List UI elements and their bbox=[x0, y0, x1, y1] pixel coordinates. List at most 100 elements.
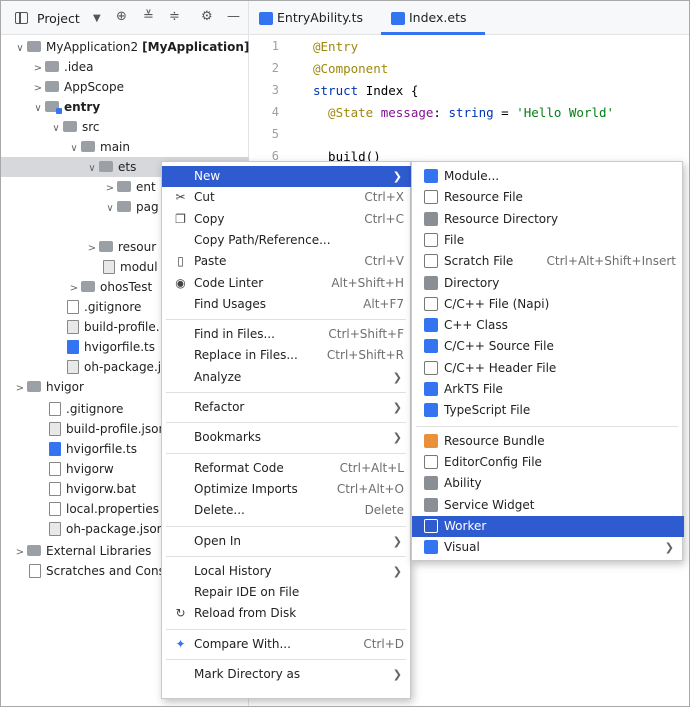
tree-item[interactable]: ∨ main bbox=[67, 137, 130, 157]
project-view-label[interactable]: Project bbox=[37, 11, 80, 26]
tree-item[interactable]: .gitignore bbox=[53, 297, 141, 317]
collapse-all-icon[interactable]: ≚ bbox=[143, 9, 154, 25]
expand-arrow-icon[interactable]: > bbox=[13, 379, 27, 399]
expand-arrow-icon[interactable]: > bbox=[13, 543, 27, 563]
chevron-down-icon[interactable]: ▼ bbox=[93, 11, 101, 27]
expand-arrow-icon[interactable]: ∨ bbox=[31, 99, 45, 119]
chevron-right-icon: ❯ bbox=[664, 541, 674, 555]
code-line[interactable]: struct Index { bbox=[313, 83, 418, 98]
tree-item[interactable]: > ohosTest bbox=[67, 277, 152, 297]
expand-arrow-icon[interactable]: > bbox=[31, 79, 45, 99]
menu-item[interactable]: New ❯ bbox=[162, 166, 412, 187]
submenu-item[interactable]: Service Widget bbox=[412, 495, 684, 516]
expand-arrow-icon[interactable]: > bbox=[103, 179, 117, 199]
submenu-item[interactable]: C++ Class bbox=[412, 315, 684, 336]
expand-arrow-icon[interactable]: > bbox=[67, 279, 81, 299]
tree-item[interactable]: local.properties bbox=[35, 499, 159, 519]
menu-item[interactable]: ✦ Compare With... Ctrl+D bbox=[162, 634, 412, 655]
tree-item[interactable]: hvigorfile.ts bbox=[53, 337, 155, 357]
submenu-item[interactable]: Resource Bundle bbox=[412, 431, 684, 452]
expand-arrow-icon[interactable]: ∨ bbox=[103, 199, 117, 219]
expand-all-icon[interactable]: ≑ bbox=[169, 9, 180, 25]
tab-index[interactable]: Index.ets × bbox=[381, 1, 485, 59]
tree-item[interactable]: > External Libraries bbox=[13, 541, 152, 563]
gear-icon[interactable]: ⚙ bbox=[201, 9, 213, 25]
tree-item[interactable]: ∨ entry bbox=[31, 97, 100, 117]
tree-item[interactable]: hvigorfile.ts bbox=[35, 439, 137, 459]
tree-item[interactable]: ∨ MyApplication2 [MyApplication] bbox=[13, 37, 249, 57]
expand-arrow-icon[interactable]: ∨ bbox=[67, 139, 81, 159]
target-icon[interactable]: ⊕ bbox=[116, 9, 127, 25]
tree-item[interactable]: hvigorw bbox=[35, 459, 114, 479]
expand-arrow-icon[interactable]: ∨ bbox=[85, 159, 99, 179]
project-view-icon[interactable] bbox=[15, 12, 28, 24]
menu-item[interactable]: Refactor ❯ bbox=[162, 397, 412, 418]
menu-item[interactable]: Find Usages Alt+F7 bbox=[162, 294, 412, 315]
tree-item[interactable]: ∨ src bbox=[49, 117, 99, 139]
tree-item[interactable]: > ent bbox=[103, 177, 156, 197]
tree-item[interactable]: build-profile.json bbox=[35, 419, 166, 439]
menu-item[interactable]: Copy Path/Reference... bbox=[162, 230, 412, 251]
menu-item[interactable]: Analyze ❯ bbox=[162, 367, 412, 388]
context-menu: New ❯ ✂ Cut Ctrl+X ❐ Copy Ctrl+C Copy Path/Refer… bbox=[161, 161, 412, 699]
menu-item[interactable]: ▯ Paste Ctrl+V bbox=[162, 251, 412, 272]
menu-item[interactable]: ✂ Cut Ctrl+X bbox=[162, 187, 412, 208]
expand-arrow-icon[interactable]: > bbox=[31, 59, 45, 79]
expand-arrow-icon[interactable]: ∨ bbox=[49, 119, 63, 139]
file-icon bbox=[49, 502, 61, 516]
tree-item[interactable]: hvigorw.bat bbox=[35, 479, 136, 499]
code-line[interactable]: @Component bbox=[313, 61, 388, 76]
menu-item[interactable]: ❐ Copy Ctrl+C bbox=[162, 209, 412, 230]
menu-item[interactable]: Mark Directory as ❯ bbox=[162, 664, 412, 685]
submenu-item[interactable]: Module... bbox=[412, 166, 684, 187]
menu-item[interactable]: Optimize Imports Ctrl+Alt+O bbox=[162, 479, 412, 500]
submenu-item[interactable]: Resource Directory bbox=[412, 209, 684, 230]
tree-item[interactable]: ∨ pag bbox=[103, 197, 158, 219]
submenu-item[interactable]: C/C++ Source File bbox=[412, 336, 684, 357]
menu-item[interactable]: Replace in Files... Ctrl+Shift+R bbox=[162, 345, 412, 366]
menu-item[interactable]: ◉ Code Linter Alt+Shift+H bbox=[162, 273, 412, 294]
tree-item-label: External Libraries bbox=[46, 544, 152, 558]
menu-item[interactable]: Find in Files... Ctrl+Shift+F bbox=[162, 324, 412, 345]
expand-arrow-icon[interactable]: ∨ bbox=[13, 39, 27, 59]
tree-item[interactable]: Scratches and Cons bbox=[15, 561, 165, 581]
menu-shortcut: Ctrl+Shift+F bbox=[328, 327, 404, 342]
menu-item[interactable]: Repair IDE on File bbox=[162, 582, 412, 603]
tree-item[interactable]: > resour bbox=[85, 237, 156, 257]
tree-item[interactable]: oh-package.j bbox=[53, 357, 161, 377]
tree-item[interactable]: .gitignore bbox=[35, 399, 123, 419]
menu-item-label: Worker bbox=[444, 518, 487, 533]
tree-item[interactable]: build-profile. bbox=[53, 317, 160, 337]
editorconfig-icon bbox=[424, 454, 438, 469]
expand-arrow-icon[interactable]: > bbox=[85, 239, 99, 259]
submenu-item[interactable]: ArkTS File bbox=[412, 379, 684, 400]
submenu-item[interactable]: Resource File bbox=[412, 187, 684, 208]
menu-item[interactable]: Reformat Code Ctrl+Alt+L bbox=[162, 458, 412, 479]
submenu-item[interactable]: Worker bbox=[412, 515, 684, 537]
submenu-item[interactable]: File bbox=[412, 230, 684, 251]
submenu-item[interactable]: TypeScript File bbox=[412, 400, 684, 421]
tab-entryability[interactable]: EntryAbility.ts × bbox=[249, 1, 379, 59]
menu-item-label: Resource Directory bbox=[444, 211, 559, 226]
tree-item[interactable]: > AppScope bbox=[31, 77, 124, 97]
menu-item[interactable]: Delete... Delete bbox=[162, 500, 412, 521]
minimize-icon[interactable]: — bbox=[227, 9, 240, 25]
tree-item[interactable]: modul bbox=[89, 257, 158, 277]
tree-item[interactable]: oh-package.json bbox=[35, 519, 164, 539]
submenu-item[interactable]: Visual ❯ bbox=[412, 537, 684, 558]
submenu-item[interactable]: Directory bbox=[412, 273, 684, 294]
submenu-item[interactable]: Scratch File Ctrl+Alt+Shift+Insert bbox=[412, 251, 684, 272]
menu-item[interactable]: ↻ Reload from Disk bbox=[162, 603, 412, 624]
submenu-item[interactable]: EditorConfig File bbox=[412, 452, 684, 473]
code-line[interactable]: @Entry bbox=[313, 39, 358, 54]
menu-item-label: New bbox=[194, 169, 221, 183]
tree-item[interactable]: > hvigor bbox=[13, 377, 84, 397]
code-line[interactable]: @State message: string = 'Hello World' bbox=[313, 105, 614, 120]
tree-item[interactable]: > .idea bbox=[31, 57, 94, 77]
submenu-item[interactable]: C/C++ File (Napi) bbox=[412, 294, 684, 315]
submenu-item[interactable]: C/C++ Header File bbox=[412, 358, 684, 379]
submenu-item[interactable]: Ability bbox=[412, 473, 684, 494]
menu-item[interactable]: Bookmarks ❯ bbox=[162, 427, 412, 448]
menu-item[interactable]: Open In ❯ bbox=[162, 531, 412, 552]
menu-item[interactable]: Local History ❯ bbox=[162, 561, 412, 582]
